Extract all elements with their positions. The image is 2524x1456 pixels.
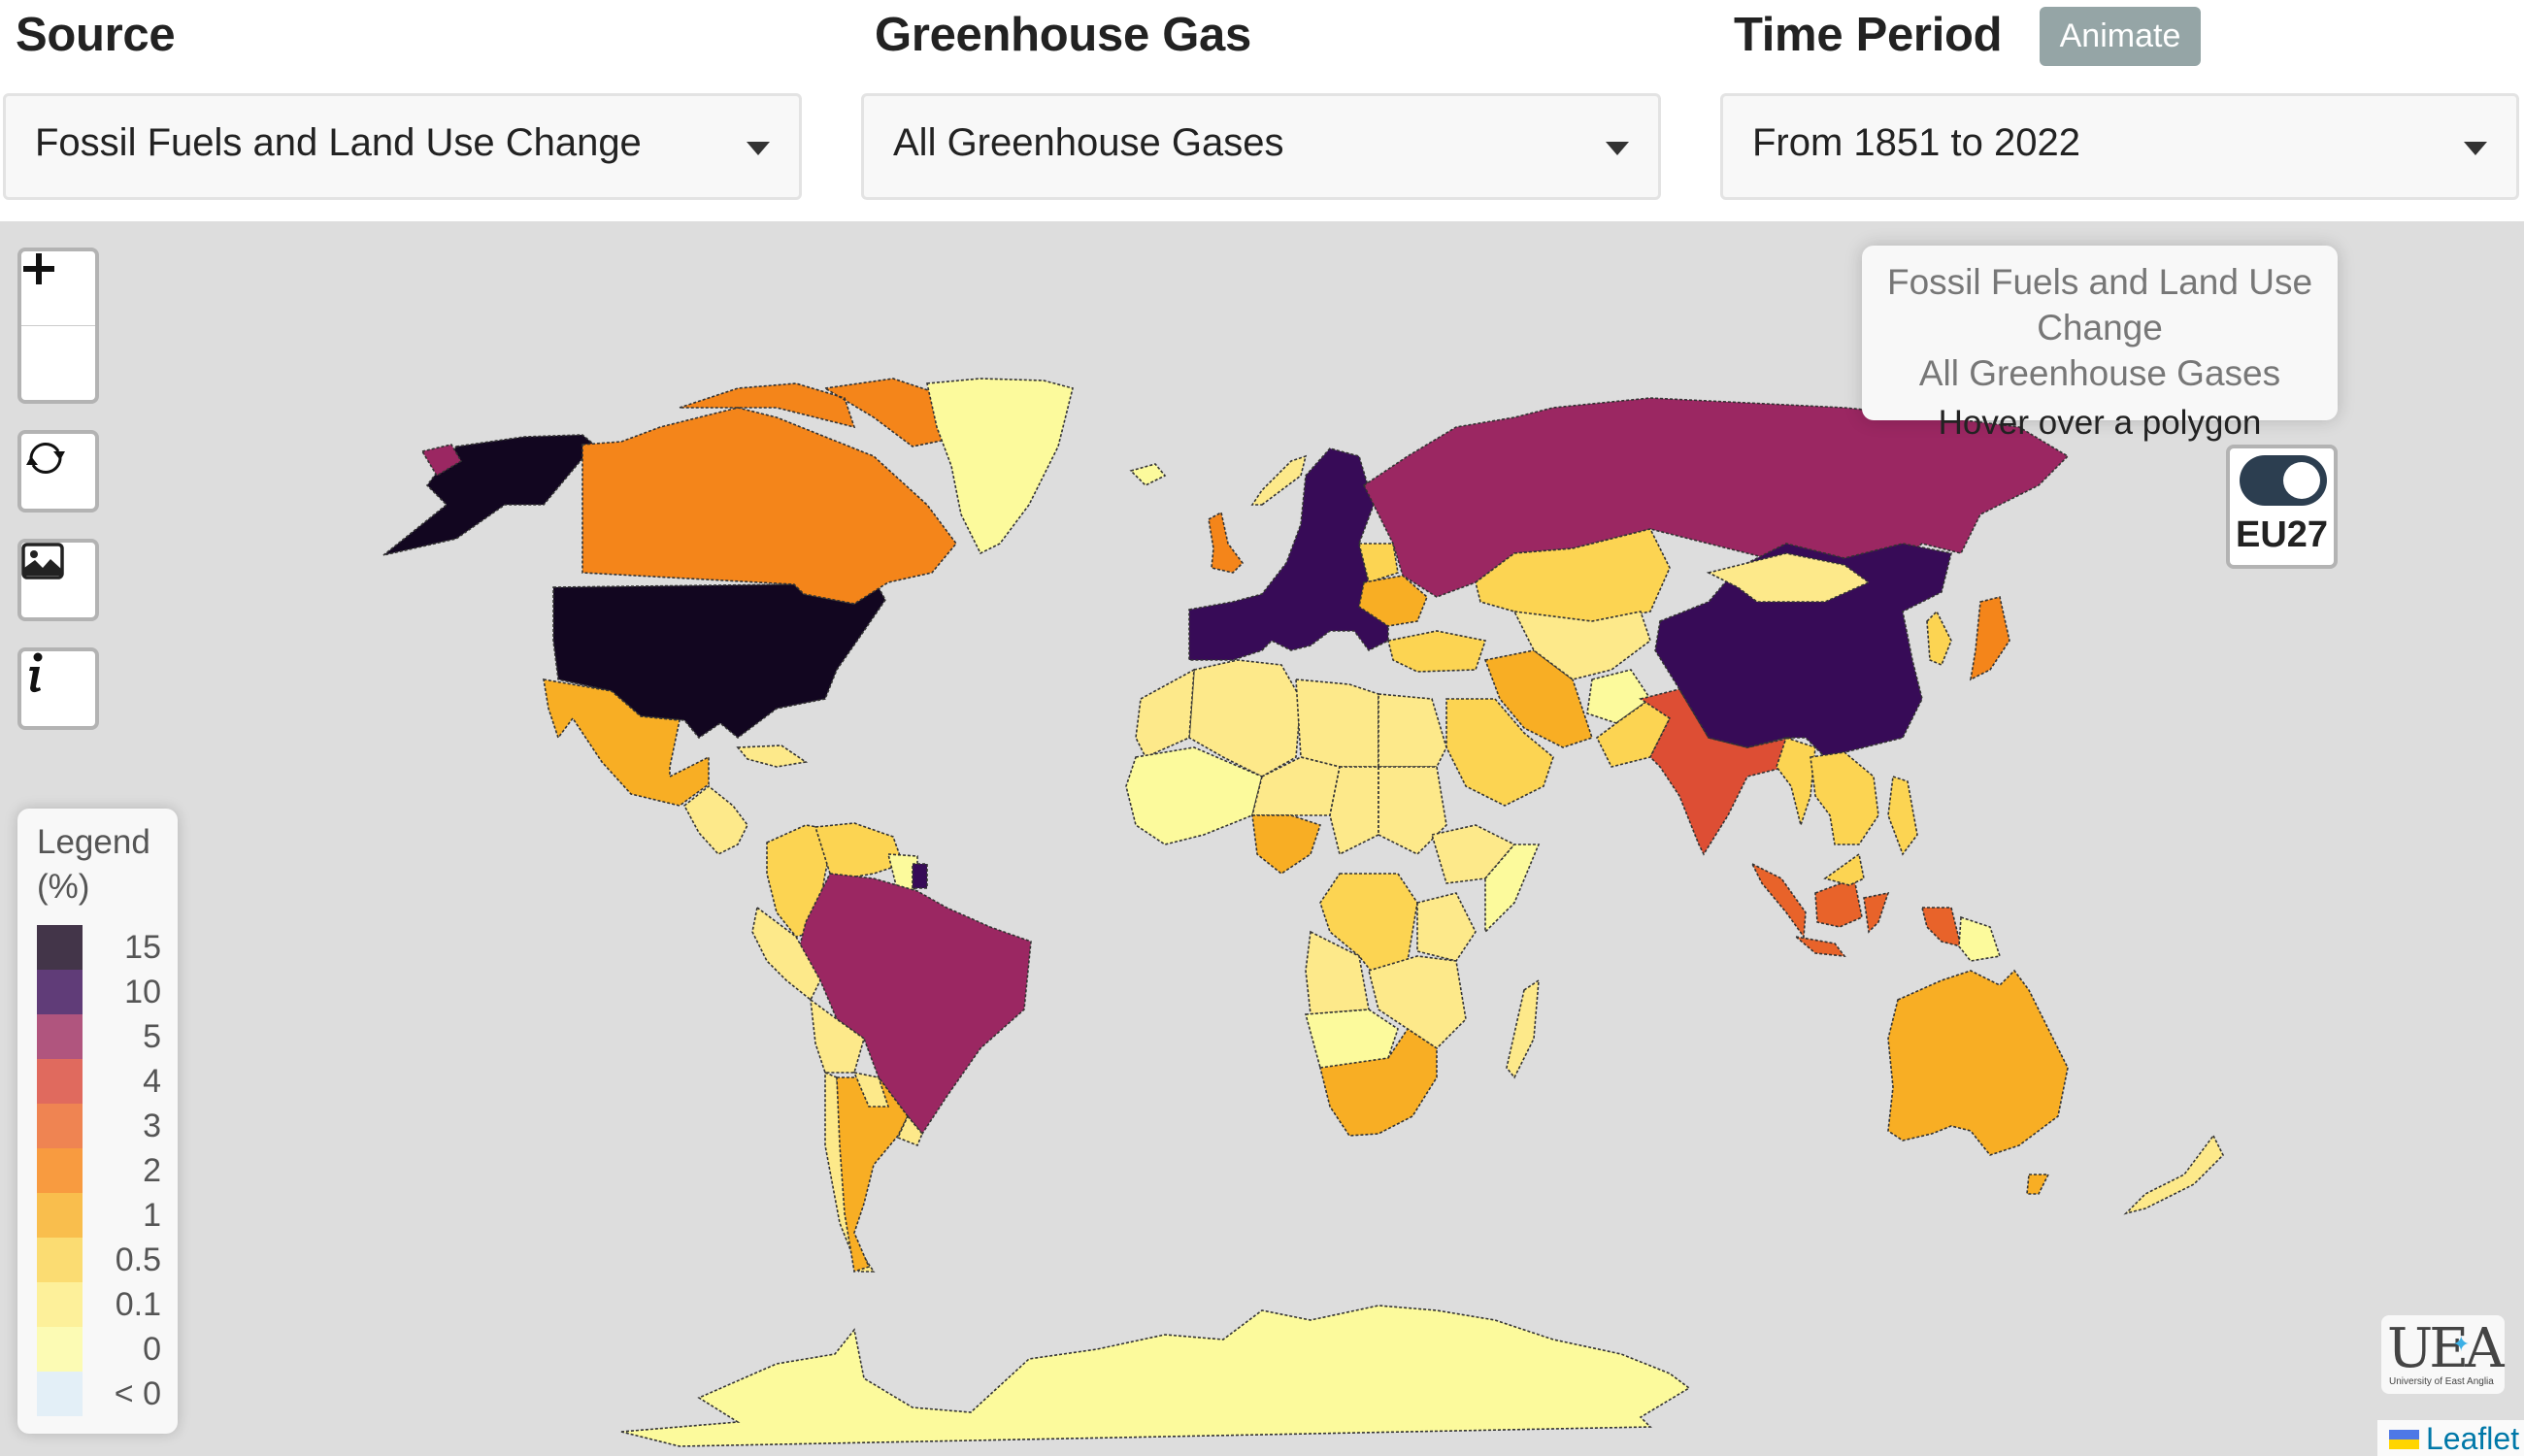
zoom-out-button[interactable]	[21, 266, 95, 400]
map-canvas[interactable]: United StatesAlaska (US)CanadaMexicoGree…	[0, 221, 2524, 1456]
info-control	[17, 647, 99, 730]
legend-label: < 0	[114, 1375, 161, 1412]
legend-item: 0.5	[37, 1238, 161, 1282]
export-image-button[interactable]	[21, 543, 95, 616]
legend-item: 1	[37, 1193, 161, 1238]
chevron-down-icon	[747, 142, 770, 155]
time-period-dropdown[interactable]: From 1851 to 2022	[1720, 93, 2519, 200]
info-button[interactable]	[21, 651, 95, 725]
toggle-knob	[2283, 462, 2320, 499]
legend-item: < 0	[37, 1372, 161, 1416]
source-selected-value: Fossil Fuels and Land Use Change	[35, 121, 642, 164]
eu27-label: EU27	[2235, 514, 2329, 555]
ukraine-flag-icon	[2389, 1430, 2419, 1449]
zoom-control	[17, 248, 99, 404]
toggle-switch-icon	[2240, 455, 2327, 506]
info-icon	[29, 652, 43, 693]
legend-swatch	[37, 970, 83, 1014]
refresh-icon	[26, 442, 65, 475]
legend-label: 0	[143, 1331, 161, 1368]
legend-swatch	[37, 1148, 83, 1193]
legend-item: 15	[37, 925, 161, 970]
period-selected-value: From 1851 to 2022	[1752, 121, 2080, 164]
chevron-down-icon	[1606, 142, 1629, 155]
legend-swatch	[37, 1059, 83, 1104]
animate-button[interactable]: Animate	[2040, 7, 2201, 66]
export-image-control	[17, 539, 99, 621]
legend-label: 2	[143, 1152, 161, 1189]
legend: Legend (%) 15 10 5 4 3 2 1 0.5 0.1 0 < 0	[17, 809, 178, 1434]
eu27-toggle[interactable]: EU27	[2226, 445, 2338, 569]
legend-item: 0.1	[37, 1282, 161, 1327]
source-label: Source	[16, 9, 176, 61]
uea-mark: UEA	[2387, 1317, 2504, 1380]
legend-title-text: Legend	[37, 823, 150, 861]
greenhouse-gas-dropdown[interactable]: All Greenhouse Gases	[861, 93, 1661, 200]
reset-view-button[interactable]	[21, 434, 95, 508]
reset-view-control	[17, 430, 99, 513]
country-polygon[interactable]: Libya	[1295, 678, 1379, 768]
legend-swatch	[37, 1327, 83, 1372]
uea-subtitle: University of East Anglia	[2389, 1376, 2494, 1387]
info-panel: Fossil Fuels and Land Use Change All Gre…	[1862, 246, 2338, 442]
legend-swatch	[37, 1014, 83, 1059]
info-gas: All Greenhouse Gases	[1918, 353, 2281, 393]
country-polygon[interactable]: French Guiana (EU)	[912, 863, 928, 889]
legend-item: 0	[37, 1327, 161, 1372]
leaflet-attribution[interactable]: Leaflet	[2377, 1420, 2524, 1456]
gas-selected-value: All Greenhouse Gases	[893, 121, 1284, 164]
legend-unit: (%)	[37, 868, 90, 906]
legend-label: 3	[143, 1108, 161, 1144]
legend-swatch	[37, 1238, 83, 1282]
info-source: Fossil Fuels and Land Use Change	[1886, 262, 2313, 347]
legend-label: 0.5	[115, 1241, 161, 1278]
legend-item: 5	[37, 1014, 161, 1059]
sparkle-icon: ✦	[2452, 1332, 2471, 1356]
legend-title: Legend (%)	[37, 820, 150, 910]
legend-swatch	[37, 1104, 83, 1148]
legend-item: 4	[37, 1059, 161, 1104]
leaflet-link[interactable]: Leaflet	[2426, 1421, 2519, 1456]
greenhouse-gas-label: Greenhouse Gas	[875, 9, 1251, 61]
source-dropdown[interactable]: Fossil Fuels and Land Use Change	[3, 93, 802, 200]
minus-icon	[23, 266, 54, 272]
legend-label: 1	[143, 1197, 161, 1234]
legend-swatch	[37, 1372, 83, 1416]
legend-item: 3	[37, 1104, 161, 1148]
legend-label: 10	[124, 974, 161, 1010]
legend-label: 15	[124, 929, 161, 966]
legend-swatch	[37, 925, 83, 970]
time-period-label: Time Period	[1734, 9, 2003, 61]
info-hover-hint: Hover over a polygon	[1938, 404, 2262, 442]
legend-label: 0.1	[115, 1286, 161, 1323]
image-icon	[21, 543, 64, 579]
legend-label: 4	[143, 1063, 161, 1100]
legend-item: 10	[37, 970, 161, 1014]
legend-label: 5	[143, 1018, 161, 1055]
uea-logo: UEA ✦ University of East Anglia	[2381, 1315, 2505, 1394]
legend-item: 2	[37, 1148, 161, 1193]
legend-swatch	[37, 1193, 83, 1238]
chevron-down-icon	[2464, 142, 2487, 155]
legend-swatch	[37, 1282, 83, 1327]
